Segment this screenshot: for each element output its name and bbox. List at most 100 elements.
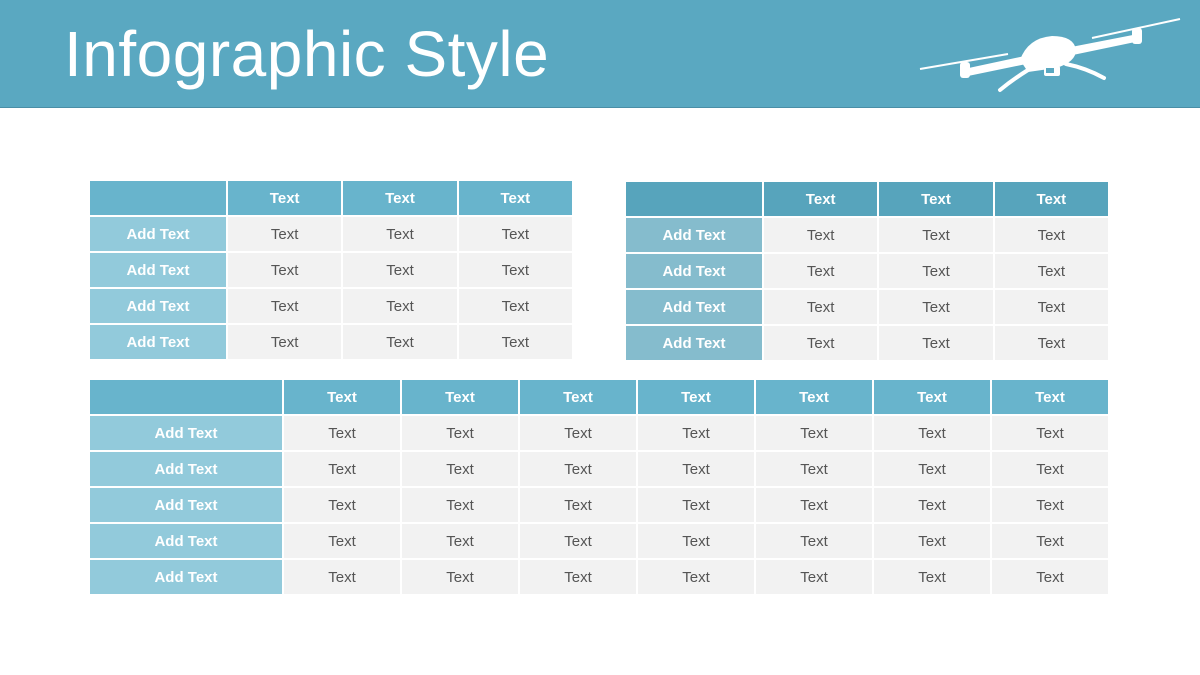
table-cell: Text [874,524,990,558]
table-cell: Text [879,326,993,360]
row-label: Add Text [90,452,282,486]
table-row: Add Text Text Text Text Text Text Text Text [90,488,1108,522]
table-row: Add Text Text Text Text Text Text Text Text [90,524,1108,558]
table-row: Add Text Text Text Text [90,217,572,251]
column-header: Text [343,181,457,215]
table-row: Add Text Text Text Text Text Text Text Text [90,416,1108,450]
table-cell: Text [992,488,1108,522]
table-bottom: Text Text Text Text Text Text Text Add Text Text… [88,378,1110,596]
table-cell: Text [994,326,1108,360]
row-label: Add Text [90,524,282,558]
table-top-right: Text Text Text Add Text Text Text Text Add Text… [624,180,1110,362]
table-cell: Text [402,488,518,522]
table-cell: Text [402,452,518,486]
table-cell: Text [756,416,872,450]
table-cell: Text [228,325,342,359]
column-header: Text [402,380,518,414]
table-cell: Text [874,488,990,522]
row-label: Add Text [90,289,226,323]
table-cell: Text [520,452,636,486]
table-cell: Text [756,560,872,594]
table-cell: Text [343,253,457,287]
table-row: Add Text Text Text Text [626,290,1108,324]
table-top-left: Text Text Text Add Text Text Text Text Add Text… [88,179,574,361]
table-cell: Text [520,416,636,450]
table-row: Add Text Text Text Text Text Text Text Text [90,560,1108,594]
table-cell: Text [764,218,878,252]
column-header: Text [228,181,342,215]
table-cell: Text [994,290,1108,324]
table-header-row: Text Text Text [626,182,1108,216]
table-cell: Text [343,325,457,359]
column-header: Text [458,181,572,215]
row-label: Add Text [626,254,762,288]
column-header: Text [994,182,1108,216]
column-header: Text [756,380,872,414]
column-header: Text [284,380,400,414]
table-cell: Text [520,560,636,594]
table-cell: Text [879,218,993,252]
table-cell: Text [520,488,636,522]
table-cell: Text [228,253,342,287]
table-cell: Text [228,217,342,251]
table-header-row: Text Text Text Text Text Text Text [90,380,1108,414]
row-label: Add Text [90,325,226,359]
table-cell: Text [343,217,457,251]
table-cell: Text [874,416,990,450]
table-cell: Text [520,524,636,558]
row-label: Add Text [626,326,762,360]
table-corner-cell [90,380,282,414]
slide-title: Infographic Style [64,18,550,90]
table-cell: Text [284,524,400,558]
table-cell: Text [284,488,400,522]
table-cell: Text [756,524,872,558]
table-cell: Text [228,289,342,323]
table-cell: Text [402,524,518,558]
table-cell: Text [638,452,754,486]
table-cell: Text [638,560,754,594]
table-cell: Text [284,452,400,486]
table-cell: Text [638,416,754,450]
table-cell: Text [638,488,754,522]
row-label: Add Text [90,217,226,251]
table-cell: Text [638,524,754,558]
table-row: Add Text Text Text Text [90,253,572,287]
table-header-row: Text Text Text [90,181,572,215]
table-cell: Text [992,416,1108,450]
table-row: Add Text Text Text Text [90,325,572,359]
table-cell: Text [284,416,400,450]
column-header: Text [638,380,754,414]
table-row: Add Text Text Text Text [626,326,1108,360]
column-header: Text [992,380,1108,414]
table-row: Add Text Text Text Text [90,289,572,323]
row-label: Add Text [626,218,762,252]
table-cell: Text [343,289,457,323]
table-cell: Text [756,488,872,522]
table-cell: Text [874,560,990,594]
row-label: Add Text [90,560,282,594]
row-label: Add Text [90,416,282,450]
table-cell: Text [458,325,572,359]
table-cell: Text [458,217,572,251]
column-header: Text [879,182,993,216]
table-cell: Text [992,452,1108,486]
table-row: Add Text Text Text Text Text Text Text Text [90,452,1108,486]
table-cell: Text [458,253,572,287]
slide-header: Infographic Style [0,0,1200,108]
table-cell: Text [764,290,878,324]
table-cell: Text [992,524,1108,558]
table-cell: Text [764,254,878,288]
table-row: Add Text Text Text Text [626,218,1108,252]
table-cell: Text [284,560,400,594]
table-cell: Text [994,218,1108,252]
column-header: Text [874,380,990,414]
row-label: Add Text [90,253,226,287]
drone-icon [919,18,1181,92]
row-label: Add Text [90,488,282,522]
table-cell: Text [879,290,993,324]
column-header: Text [520,380,636,414]
table-cell: Text [756,452,872,486]
column-header: Text [764,182,878,216]
table-cell: Text [402,416,518,450]
table-cell: Text [402,560,518,594]
